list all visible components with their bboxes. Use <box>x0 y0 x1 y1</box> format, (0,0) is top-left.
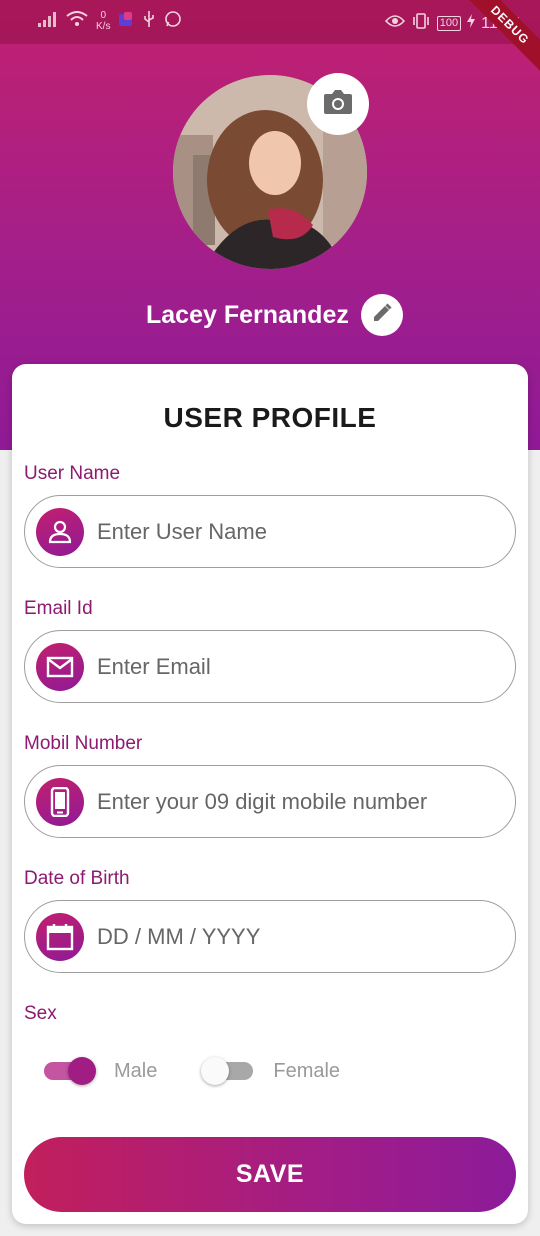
save-button[interactable]: SAVE <box>24 1137 516 1212</box>
signal-icon <box>38 11 58 31</box>
male-toggle[interactable] <box>42 1054 98 1088</box>
mobile-label: Mobil Number <box>24 733 143 754</box>
person-icon <box>36 507 84 556</box>
email-label: Email Id <box>24 598 93 619</box>
username-label: User Name <box>24 463 121 484</box>
dob-label: Date of Birth <box>24 868 130 889</box>
username-input[interactable] <box>97 518 497 545</box>
charging-icon <box>467 14 476 33</box>
profile-name-row: Lacey Fernandez <box>146 294 403 336</box>
net-speed: 0 K/s <box>96 10 110 32</box>
email-field[interactable] <box>24 630 516 703</box>
dob-input[interactable] <box>97 923 497 950</box>
dob-field[interactable] <box>24 900 516 973</box>
female-toggle-knob <box>201 1057 230 1085</box>
calendar-icon <box>36 912 84 961</box>
female-toggle[interactable] <box>201 1054 257 1088</box>
eye-icon <box>384 14 405 33</box>
mobile-field[interactable] <box>24 765 516 838</box>
user-profile-card: USER PROFILE User Name Email Id Mobil Nu… <box>12 364 528 1224</box>
username-field[interactable] <box>24 495 516 568</box>
sex-options: Male Female <box>42 1054 340 1088</box>
mobile-input[interactable] <box>97 788 497 815</box>
vibrate-icon <box>411 12 431 35</box>
edit-name-button[interactable] <box>360 294 403 336</box>
email-input[interactable] <box>97 653 497 680</box>
whatsapp-icon <box>164 10 182 32</box>
male-toggle-knob <box>68 1057 96 1085</box>
status-left: 0 K/s <box>38 10 182 32</box>
usb-icon <box>142 10 156 32</box>
change-photo-button[interactable] <box>307 73 369 135</box>
wifi-icon <box>66 11 88 31</box>
battery-indicator: 100 <box>436 16 462 31</box>
app-notification-icon <box>118 11 134 31</box>
mail-icon <box>36 642 84 691</box>
profile-name: Lacey Fernandez <box>146 300 349 329</box>
pencil-icon <box>371 302 393 329</box>
phone-icon <box>36 777 84 826</box>
form-title: USER PROFILE <box>163 402 377 433</box>
net-speed-value: 0 <box>100 10 106 21</box>
status-bar: 0 K/s 100 11:55 <box>0 0 540 44</box>
camera-icon <box>322 88 354 121</box>
net-speed-unit: K/s <box>96 21 111 32</box>
female-label: Female <box>273 1059 341 1082</box>
male-label: Male <box>114 1059 158 1082</box>
sex-label: Sex <box>24 1003 57 1024</box>
